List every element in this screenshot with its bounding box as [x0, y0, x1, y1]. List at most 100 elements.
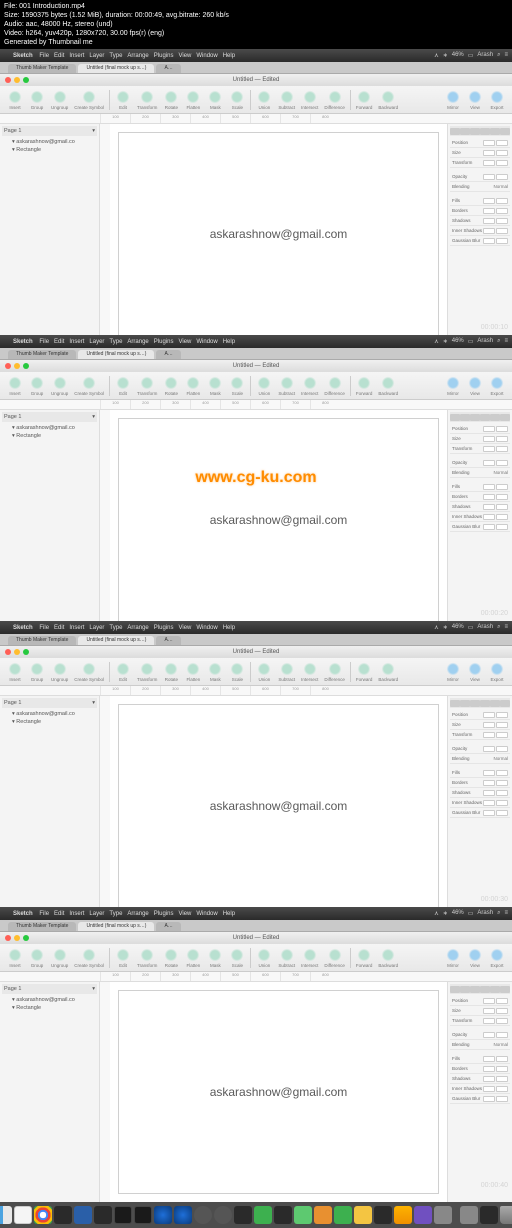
tool-forward[interactable]: Forward [356, 376, 373, 396]
tab-2[interactable]: Untitled (final mock up s…) [78, 350, 154, 359]
canvas[interactable]: askarashnow@gmail.com [100, 124, 447, 344]
inspector-position[interactable]: Position [450, 996, 510, 1006]
align-left-icon[interactable] [450, 700, 460, 707]
menu-file[interactable]: File [39, 339, 49, 345]
tool-rotate[interactable]: Rotate [163, 662, 179, 682]
tool-union[interactable]: Union [256, 662, 272, 682]
menu-arrange[interactable]: Arrange [127, 339, 148, 345]
menu-layer[interactable]: Layer [89, 911, 104, 917]
tool-export[interactable]: Export [489, 376, 505, 396]
tool-difference[interactable]: Difference [324, 948, 344, 968]
canvas[interactable]: askarashnow@gmail.com [100, 410, 447, 630]
zoom-button[interactable] [23, 77, 29, 83]
tool-view[interactable]: View [467, 948, 483, 968]
layer-item[interactable]: ▾ askarashnow@gmail.co [2, 996, 97, 1004]
tool-forward[interactable]: Forward [356, 662, 373, 682]
user-name[interactable]: Arash [477, 338, 493, 345]
tool-flatten[interactable]: Flatten [185, 662, 201, 682]
inspector-borders[interactable]: Borders [450, 778, 510, 788]
minimize-button[interactable] [14, 935, 20, 941]
inspector-opacity[interactable]: Opacity [450, 744, 510, 754]
battery-percent[interactable]: 46% [452, 338, 464, 345]
tool-difference[interactable]: Difference [324, 376, 344, 396]
tool-edit[interactable]: Edit [115, 948, 131, 968]
launchpad-icon[interactable] [14, 1206, 32, 1224]
gear-icon[interactable] [214, 1206, 232, 1224]
artboard-rectangle[interactable]: askarashnow@gmail.com [118, 990, 439, 1194]
menu-arrange[interactable]: Arrange [127, 911, 148, 917]
inspector-size[interactable]: Size [450, 434, 510, 444]
battery-icon[interactable]: ▭ [468, 52, 474, 59]
tool-rotate[interactable]: Rotate [163, 90, 179, 110]
email-text[interactable]: askarashnow@gmail.com [210, 1085, 348, 1099]
app2-icon[interactable] [234, 1206, 252, 1224]
align-left-icon[interactable] [450, 414, 460, 421]
wifi-icon[interactable]: ⋏ [434, 338, 438, 345]
inspector-tabs[interactable] [450, 698, 510, 708]
menu-help[interactable]: Help [223, 911, 235, 917]
inspector-size[interactable]: Size [450, 720, 510, 730]
tool-intersect[interactable]: Intersect [301, 948, 318, 968]
tool-ungroup[interactable]: Ungroup [51, 376, 68, 396]
menu-layer[interactable]: Layer [89, 625, 104, 631]
menu-help[interactable]: Help [223, 339, 235, 345]
app-icon[interactable] [94, 1206, 112, 1224]
menu-extras-icon[interactable]: ≡ [504, 910, 508, 917]
inspector-fills[interactable]: Fills [450, 1054, 510, 1064]
tab-3[interactable]: A… [156, 636, 180, 645]
tool-transform[interactable]: Transform [137, 948, 157, 968]
align-center-icon[interactable] [460, 986, 470, 993]
inspector-shadows[interactable]: Shadows [450, 216, 510, 226]
tool-transform[interactable]: Transform [137, 90, 157, 110]
tab-3[interactable]: A… [156, 350, 180, 359]
menu-arrange[interactable]: Arrange [127, 625, 148, 631]
menu-extras-icon[interactable]: ≡ [504, 624, 508, 631]
menu-edit[interactable]: Edit [54, 53, 64, 59]
app-name[interactable]: Sketch [13, 625, 33, 631]
tool-union[interactable]: Union [256, 90, 272, 110]
chevron-down-icon[interactable]: ▾ [92, 414, 95, 420]
app5-icon[interactable] [314, 1206, 332, 1224]
tool-scale[interactable]: Scale [229, 90, 245, 110]
menu-edit[interactable]: Edit [54, 625, 64, 631]
menu-help[interactable]: Help [223, 625, 235, 631]
tool-create-symbol[interactable]: Create Symbol [74, 948, 104, 968]
menu-window[interactable]: Window [196, 53, 217, 59]
menu-help[interactable]: Help [223, 53, 235, 59]
app4-icon[interactable] [294, 1206, 312, 1224]
tool-scale[interactable]: Scale [229, 376, 245, 396]
align-middle-icon[interactable] [490, 986, 500, 993]
align-center-icon[interactable] [460, 128, 470, 135]
menu-plugins[interactable]: Plugins [154, 911, 174, 917]
inspector-shadows[interactable]: Shadows [450, 1074, 510, 1084]
tool-difference[interactable]: Difference [324, 90, 344, 110]
align-center-icon[interactable] [460, 700, 470, 707]
tool-export[interactable]: Export [489, 948, 505, 968]
menu-insert[interactable]: Insert [69, 911, 84, 917]
inspector-blending[interactable]: BlendingNormal [450, 1040, 510, 1050]
pages-header[interactable]: Page 1▾ [2, 984, 97, 994]
email-text[interactable]: askarashnow@gmail.com [210, 227, 348, 241]
app-name[interactable]: Sketch [13, 339, 33, 345]
tool-forward[interactable]: Forward [356, 948, 373, 968]
menu-view[interactable]: View [178, 911, 191, 917]
align-left-icon[interactable] [450, 986, 460, 993]
tab-1[interactable]: Thumb Maker Template [8, 922, 76, 931]
inspector-blending[interactable]: BlendingNormal [450, 182, 510, 192]
close-button[interactable] [5, 363, 11, 369]
tool-create-symbol[interactable]: Create Symbol [74, 376, 104, 396]
tool-edit[interactable]: Edit [115, 376, 131, 396]
tool-export[interactable]: Export [489, 90, 505, 110]
tool-backward[interactable]: Backward [378, 376, 398, 396]
terminal-icon[interactable] [114, 1206, 132, 1224]
tool-mask[interactable]: Mask [207, 662, 223, 682]
menu-window[interactable]: Window [196, 339, 217, 345]
user-name[interactable]: Arash [477, 52, 493, 59]
bluetooth-icon[interactable]: ∗ [443, 52, 448, 59]
pages-header[interactable]: Page 1▾ [2, 126, 97, 136]
artboard-rectangle[interactable]: askarashnow@gmail.com [118, 704, 439, 908]
chevron-down-icon[interactable]: ▾ [92, 700, 95, 706]
dock-folder-1[interactable] [480, 1206, 498, 1224]
layer-item[interactable]: ▾ askarashnow@gmail.co [2, 138, 97, 146]
tool-group[interactable]: Group [29, 90, 45, 110]
